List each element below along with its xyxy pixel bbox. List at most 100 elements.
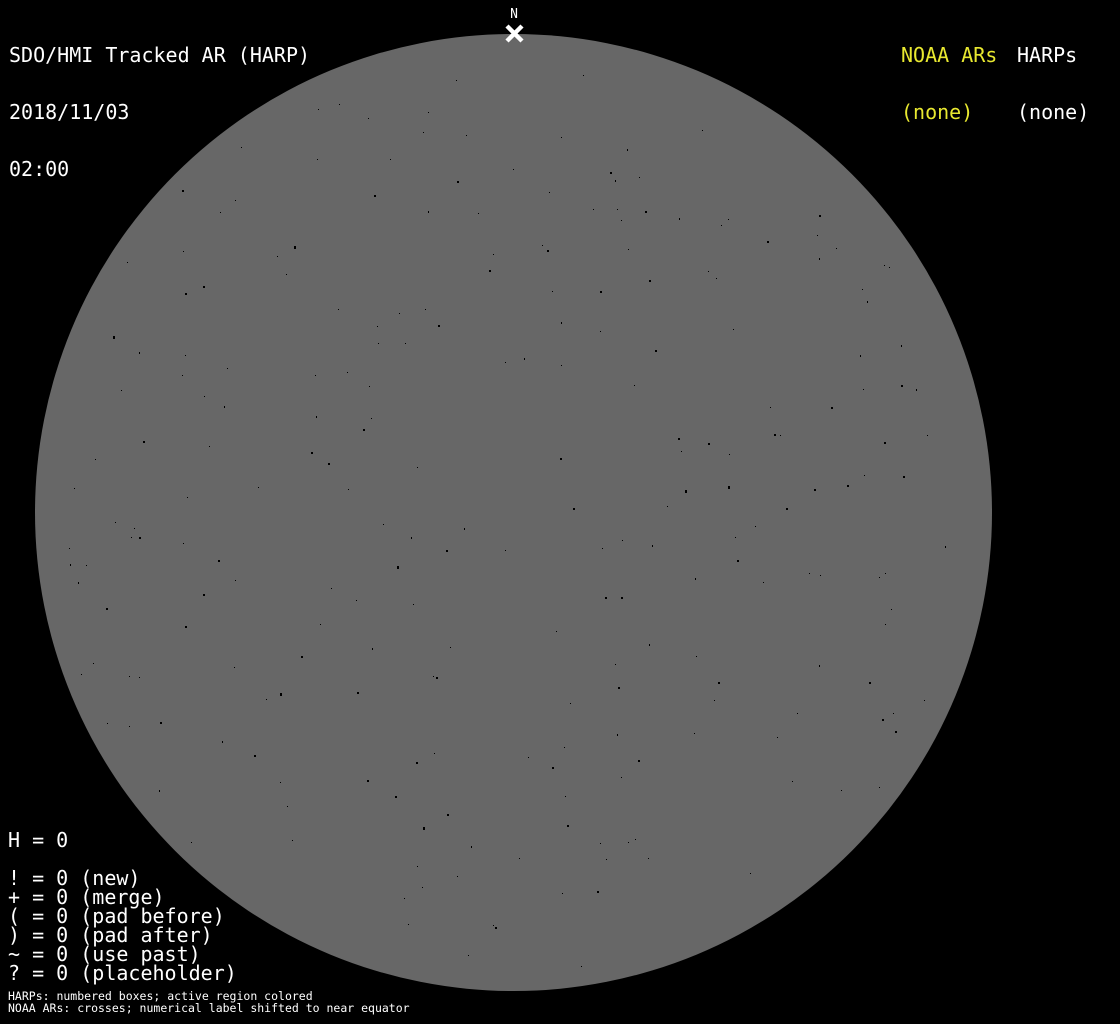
magnetogram-speck (317, 158, 318, 160)
magnetogram-speck (615, 180, 617, 183)
magnetogram-speck (347, 372, 349, 374)
harps-label: HARPs (1017, 43, 1078, 67)
magnetogram-speck (836, 247, 838, 249)
harps-status: HARPs (none) (1017, 8, 1089, 160)
magnetogram-speck (504, 549, 506, 551)
magnetogram-speck (320, 623, 322, 625)
magnetogram-speck (708, 271, 709, 273)
magnetogram-speck (494, 927, 497, 929)
magnetogram-speck (383, 523, 384, 525)
magnetogram-speck (621, 539, 623, 541)
magnetogram-speck (863, 388, 865, 390)
magnetogram-speck (890, 609, 892, 610)
magnetogram-speck (489, 270, 492, 273)
magnetogram-speck (347, 488, 349, 490)
title-block: SDO/HMI Tracked AR (HARP) 2018/11/03 02:… (9, 8, 310, 217)
magnetogram-speck (617, 687, 620, 689)
magnetogram-speck (915, 389, 917, 392)
magnetogram-speck (846, 485, 849, 488)
magnetogram-speck (883, 442, 886, 445)
magnetogram-speck (277, 255, 279, 257)
magnetogram-speck (139, 351, 140, 354)
magnetogram-speck (115, 521, 117, 523)
magnetogram-speck (464, 528, 465, 531)
magnetogram-speck (708, 442, 711, 445)
magnetogram-speck (446, 814, 449, 817)
magnetogram-speck (300, 656, 303, 659)
magnetogram-speck (338, 103, 340, 105)
magnetogram-speck (94, 458, 96, 460)
magnetogram-speck (224, 405, 226, 408)
magnetogram-speck (318, 108, 320, 110)
legend-line: H = 0 (8, 828, 69, 852)
magnetogram-speck (410, 536, 412, 539)
magnetogram-speck (796, 713, 798, 715)
magnetogram-speck (493, 254, 495, 256)
magnetogram-speck (773, 434, 776, 437)
magnetogram-speck (563, 747, 565, 749)
magnetogram-speck (182, 542, 184, 544)
magnetogram-speck (621, 220, 623, 221)
magnetogram-speck (560, 365, 562, 367)
magnetogram-speck (356, 599, 358, 601)
magnetogram-speck (286, 806, 288, 808)
magnetogram-speck (556, 630, 558, 632)
magnetogram-speck (435, 676, 438, 679)
magnetogram-speck (202, 593, 205, 596)
legend-line: ? = 0 (placeholder) (8, 961, 237, 985)
magnetogram-speck (368, 117, 369, 119)
magnetogram-speck (882, 719, 885, 722)
magnetogram-speck (892, 713, 894, 715)
magnetogram-speck (113, 335, 116, 339)
magnetogram-speck (397, 565, 400, 569)
magnetogram-speck (160, 722, 162, 724)
magnetogram-speck (901, 385, 904, 388)
magnetogram-speck (128, 725, 130, 727)
magnetogram-speck (605, 596, 608, 599)
magnetogram-speck (477, 213, 479, 214)
magnetogram-speck (422, 826, 425, 830)
magnetogram-speck (466, 135, 468, 137)
magnetogram-speck (424, 309, 426, 311)
magnetogram-speck (257, 486, 259, 488)
magnetogram-speck (366, 780, 369, 782)
magnetogram-speck (134, 528, 136, 529)
magnetogram-speck (183, 251, 184, 252)
magnetogram-speck (280, 693, 283, 697)
magnetogram-speck (121, 389, 123, 391)
magnetogram-speck (766, 241, 769, 244)
magnetogram-speck (677, 437, 680, 440)
magnetogram-speck (903, 476, 906, 478)
magnetogram-speck (716, 277, 718, 279)
magnetogram-speck (142, 440, 145, 443)
magnetogram-speck (560, 321, 562, 324)
magnetogram-speck (819, 574, 821, 576)
magnetogram-speck (901, 345, 903, 347)
magnetogram-speck (883, 265, 885, 267)
magnetogram-speck (139, 676, 140, 678)
magnetogram-speck (581, 966, 583, 967)
magnetogram-speck (294, 246, 297, 250)
magnetogram-speck (427, 112, 429, 114)
magnetogram-speck (547, 250, 550, 252)
magnetogram-speck (620, 596, 623, 599)
magnetogram-speck (92, 663, 94, 665)
magnetogram-speck (718, 682, 721, 684)
magnetogram-speck (750, 873, 751, 875)
magnetogram-speck (785, 507, 788, 510)
magnetogram-speck (616, 209, 618, 211)
magnetogram-speck (404, 343, 406, 345)
magnetogram-speck (505, 362, 507, 364)
magnetogram-speck (337, 309, 339, 311)
magnetogram-speck (552, 766, 555, 769)
magnetogram-speck (362, 429, 365, 431)
magnetogram-speck (614, 663, 616, 665)
magnetogram-speck (456, 180, 459, 183)
magnetogram-speck (403, 897, 405, 899)
magnetogram-speck (105, 608, 108, 611)
magnetogram-speck (600, 290, 603, 293)
magnetogram-speck (732, 328, 734, 330)
magnetogram-speck (524, 358, 526, 361)
magnetogram-speck (394, 795, 397, 798)
magnetogram-speck (635, 838, 637, 840)
